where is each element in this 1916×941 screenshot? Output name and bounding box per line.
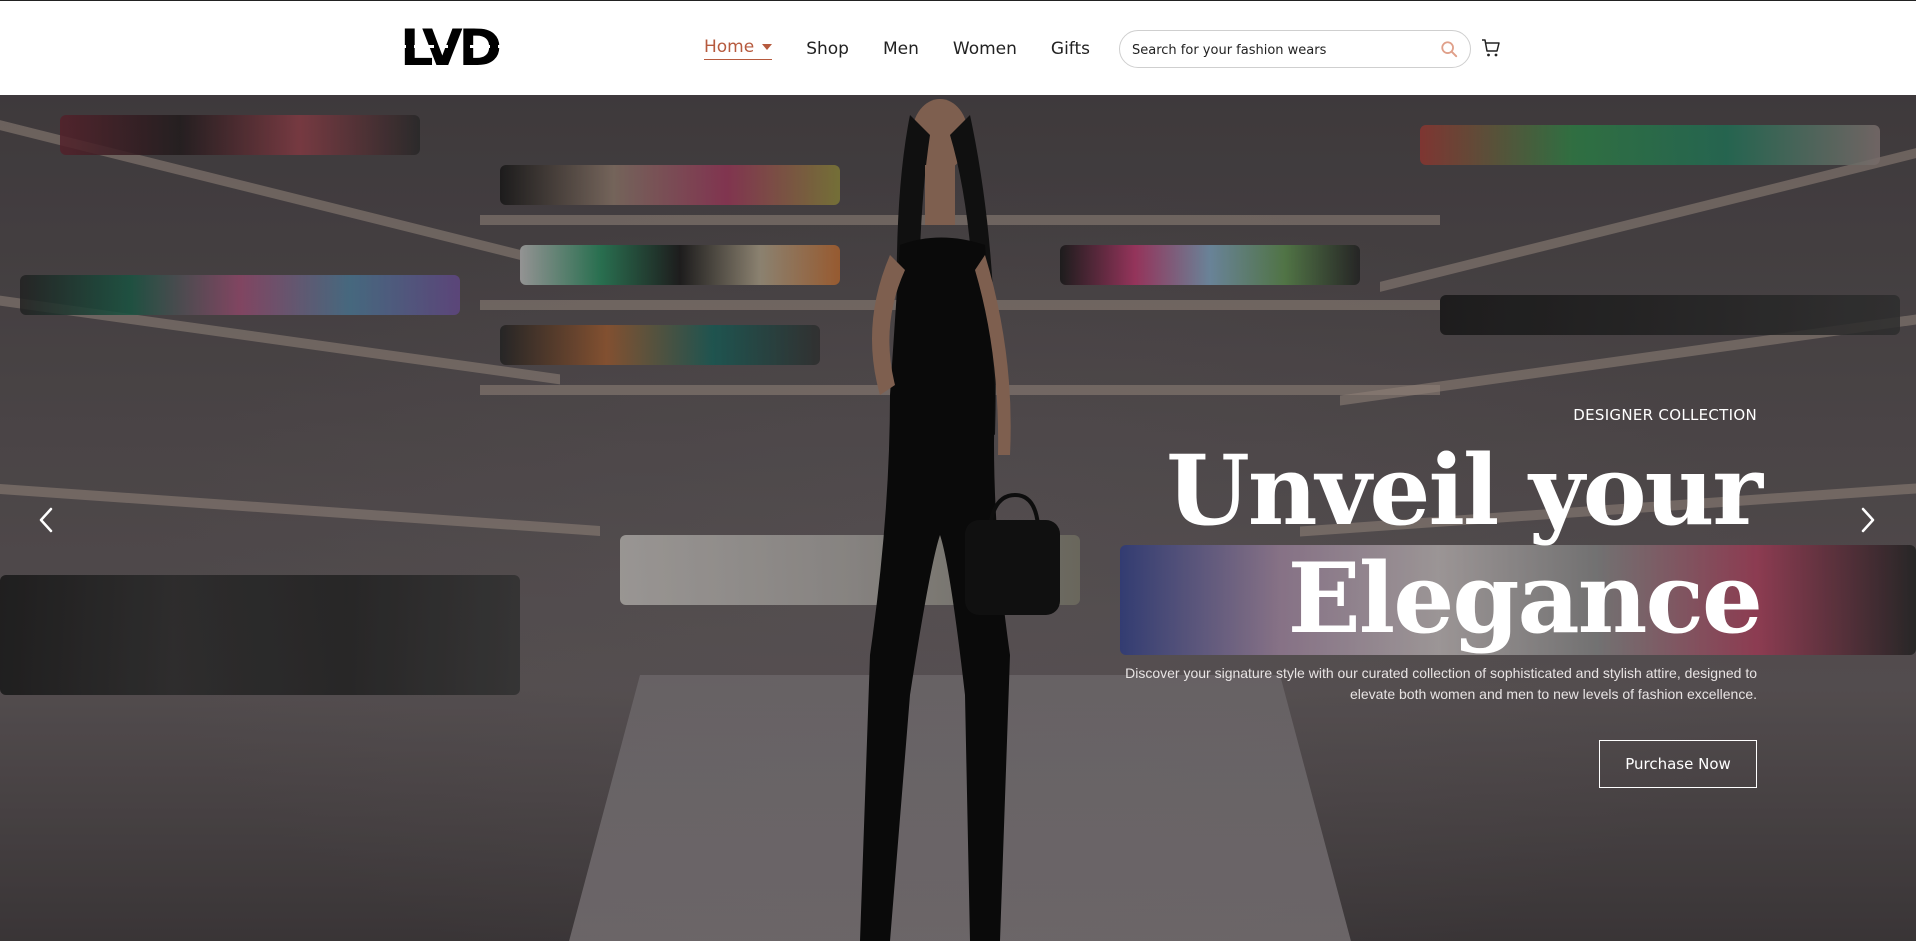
caret-down-icon [762,44,773,50]
nav-item-label: Home [704,37,755,57]
nav-item-label: Shop [806,38,849,59]
chevron-right-icon[interactable] [1852,505,1882,535]
search-input[interactable] [1132,39,1432,61]
hero-description: Discover your signature style with our c… [1125,665,1757,702]
cart-icon[interactable] [1481,38,1501,58]
nav-item-label: Women [952,38,1017,59]
logo-stripe-decoration [400,45,515,48]
nav-item-label: Gifts [1050,38,1090,59]
nav-item-shop[interactable]: Shop [806,39,849,59]
hero-eyebrow: DESIGNER COLLECTION [1573,406,1757,424]
main-nav: Home Shop Men Women Gifts [704,37,1124,60]
search-bar [1119,30,1471,68]
hero-banner: DESIGNER COLLECTION Unveil your Elegance… [0,95,1916,941]
chevron-left-icon[interactable] [32,505,62,535]
purchase-now-button[interactable]: Purchase Now [1599,740,1757,788]
nav-item-home[interactable]: Home [704,37,773,60]
nav-item-men[interactable]: Men [883,39,919,59]
nav-item-women[interactable]: Women [953,39,1017,59]
nav-item-gifts[interactable]: Gifts [1051,39,1090,59]
headline-line-2: Elegance [1287,542,1763,655]
hero-headline: Unveil your Elegance [1166,434,1763,655]
nav-item-label: Men [882,38,919,59]
search-icon[interactable] [1440,40,1458,58]
site-header: LVD Home Shop Men Women Gifts [0,0,1916,95]
headline-line-1: Unveil your [1166,434,1763,547]
brand-logo[interactable]: LVD [400,23,502,73]
